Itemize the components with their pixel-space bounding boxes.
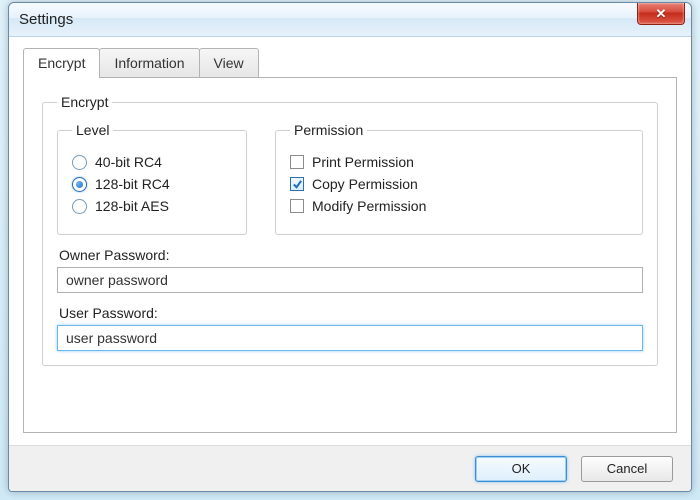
tab-encrypt[interactable]: Encrypt	[23, 48, 100, 78]
owner-password-input[interactable]	[57, 267, 643, 293]
permission-group: Permission Print Permission Copy Permi	[275, 122, 643, 235]
checkbox-modify-permission[interactable]: Modify Permission	[290, 198, 628, 214]
tab-panel-encrypt: Encrypt Level 40-bit RC4 128-bit RC4	[23, 77, 677, 433]
checkbox-print-permission[interactable]: Print Permission	[290, 154, 628, 170]
checkbox-label: Copy Permission	[312, 176, 418, 192]
radio-label: 128-bit RC4	[95, 176, 170, 192]
radio-icon	[72, 177, 87, 192]
checkbox-copy-permission[interactable]: Copy Permission	[290, 176, 628, 192]
tab-strip: Encrypt Information View	[23, 47, 677, 77]
radio-icon	[72, 155, 87, 170]
radio-label: 40-bit RC4	[95, 154, 162, 170]
level-group: Level 40-bit RC4 128-bit RC4 128-bit AES	[57, 122, 247, 235]
checkbox-label: Modify Permission	[312, 198, 426, 214]
user-password-input[interactable]	[57, 325, 643, 351]
radio-128bit-aes[interactable]: 128-bit AES	[72, 198, 232, 214]
owner-password-label: Owner Password:	[59, 247, 643, 263]
close-icon: ✕	[656, 6, 667, 22]
radio-128bit-rc4[interactable]: 128-bit RC4	[72, 176, 232, 192]
window-controls: ✕	[637, 3, 691, 36]
checkbox-icon	[290, 177, 304, 191]
permission-group-label: Permission	[290, 122, 367, 138]
ok-button[interactable]: OK	[475, 456, 567, 482]
title-bar: Settings ✕	[9, 3, 691, 37]
dialog-button-row: OK Cancel	[9, 445, 691, 491]
radio-icon	[72, 199, 87, 214]
checkbox-label: Print Permission	[312, 154, 414, 170]
cancel-button[interactable]: Cancel	[581, 456, 673, 482]
checkbox-icon	[290, 199, 304, 213]
radio-40bit-rc4[interactable]: 40-bit RC4	[72, 154, 232, 170]
client-area: Encrypt Information View Encrypt Level 4…	[9, 37, 691, 445]
checkbox-icon	[290, 155, 304, 169]
settings-dialog: Settings ✕ Encrypt Information View Encr…	[8, 2, 692, 492]
tab-view[interactable]: View	[199, 48, 259, 77]
window-title: Settings	[19, 11, 73, 28]
level-group-label: Level	[72, 122, 113, 138]
encrypt-group: Encrypt Level 40-bit RC4 128-bit RC4	[42, 94, 658, 366]
user-password-label: User Password:	[59, 305, 643, 321]
encrypt-group-label: Encrypt	[57, 94, 112, 110]
encrypt-top-row: Level 40-bit RC4 128-bit RC4 128-bit AES	[57, 122, 643, 235]
radio-label: 128-bit AES	[95, 198, 169, 214]
tab-information[interactable]: Information	[99, 48, 199, 77]
close-button[interactable]: ✕	[637, 3, 685, 25]
